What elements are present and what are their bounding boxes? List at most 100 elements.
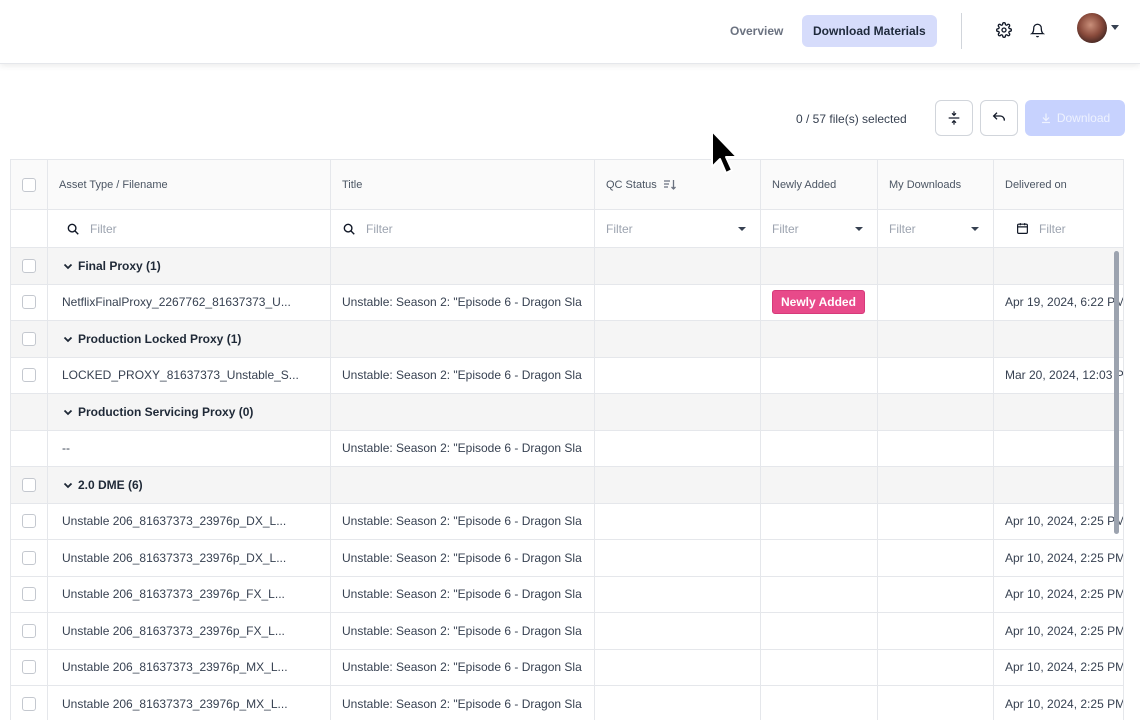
filename-cell[interactable]: Unstable 206_81637373_23976p_DX_L... [62, 514, 286, 528]
row-checkbox[interactable] [22, 258, 36, 273]
sort-icon[interactable] [663, 179, 677, 190]
row-checkbox[interactable] [22, 587, 36, 602]
table-row[interactable]: Unstable 206_81637373_23976p_FX_L... Unst… [11, 576, 1124, 613]
selection-count: 0 / 57 file(s) selected [796, 112, 907, 126]
calendar-icon [1017, 223, 1028, 234]
row-checkbox[interactable] [22, 331, 36, 346]
filename-cell[interactable]: -- [62, 441, 70, 455]
row-checkbox[interactable] [22, 696, 36, 711]
table-row[interactable]: Unstable 206_81637373_23976p_MX_L... Unst… [11, 686, 1124, 720]
qc-status-label: QC Status [606, 178, 657, 191]
column-header-qc-status[interactable]: QC Status [595, 160, 761, 209]
filename-cell[interactable]: Unstable 206_81637373_23976p_MX_L... [62, 697, 288, 711]
table-header: Asset Type / Filename Title QC Status Ne… [11, 160, 1123, 210]
download-button[interactable]: Download [1025, 100, 1125, 136]
table-row[interactable]: NetflixFinalProxy_2267762_81637373_U... U… [11, 284, 1124, 321]
row-checkbox[interactable] [22, 368, 36, 383]
title-filter-input[interactable]: Filter [342, 222, 594, 236]
search-icon [343, 223, 355, 235]
caret-down-icon [738, 226, 746, 231]
table-row[interactable]: LOCKED_PROXY_81637373_Unstable_S... Unsta… [11, 357, 1124, 394]
group-toggle[interactable]: Production Servicing Proxy (0) [63, 405, 253, 419]
chevron-down-icon [63, 336, 73, 343]
chevron-down-icon [63, 409, 73, 416]
select-all-checkbox[interactable] [22, 177, 36, 192]
nav-divider [961, 13, 962, 49]
delivered-on-cell: Apr 10, 2024, 2:25 PM [1005, 550, 1124, 565]
filename-cell[interactable]: Unstable 206_81637373_23976p_FX_L... [62, 587, 285, 601]
delivered-on-cell: Apr 10, 2024, 2:25 PM [1005, 514, 1124, 529]
tab-overview[interactable]: Overview [719, 15, 794, 47]
row-checkbox[interactable] [22, 514, 36, 529]
table-row[interactable]: Unstable 206_81637373_23976p_FX_L... Unst… [11, 613, 1124, 650]
newly-added-filter-select[interactable]: Filter [772, 222, 877, 236]
group-label: Final Proxy (1) [78, 258, 161, 273]
title-cell: Unstable: Season 2: "Episode 6 - Dragon … [342, 550, 582, 565]
title-cell: Unstable: Season 2: "Episode 6 - Dragon … [342, 368, 582, 383]
materials-table: Asset Type / Filename Title QC Status Ne… [10, 159, 1124, 720]
delivered-on-cell: Mar 20, 2024, 12:03 PM [1005, 368, 1124, 383]
bell-icon[interactable] [1028, 21, 1046, 39]
column-header-my-downloads[interactable]: My Downloads [878, 160, 994, 209]
delivered-on-cell: Apr 10, 2024, 2:25 PM [1005, 623, 1124, 638]
title-cell: Unstable: Season 2: "Episode 6 - Dragon … [342, 696, 582, 711]
table-row[interactable]: Unstable 206_81637373_23976p_MX_L... Unst… [11, 649, 1124, 686]
collapse-all-button[interactable] [935, 100, 973, 136]
group-toggle[interactable]: Production Locked Proxy (1) [63, 332, 241, 346]
group-row[interactable]: 2.0 DME (6) [11, 467, 1123, 504]
vertical-scrollbar[interactable] [1114, 251, 1119, 534]
row-checkbox[interactable] [22, 550, 36, 565]
filename-cell[interactable]: Unstable 206_81637373_23976p_MX_L... [62, 660, 288, 674]
search-icon [67, 223, 79, 235]
filename-filter-input[interactable]: Filter [56, 222, 330, 236]
title-cell: Unstable: Season 2: "Episode 6 - Dragon … [342, 514, 582, 529]
group-toggle[interactable]: 2.0 DME (6) [63, 478, 143, 492]
title-cell: Unstable: Season 2: "Episode 6 - Dragon … [342, 295, 582, 310]
gear-icon[interactable] [995, 21, 1013, 39]
undo-button[interactable] [980, 100, 1018, 136]
table-row[interactable]: Unstable 206_81637373_23976p_DX_L... Unst… [11, 503, 1124, 540]
delivered-on-cell: Apr 19, 2024, 6:22 PM [1005, 295, 1124, 310]
group-label: Production Servicing Proxy (0) [78, 404, 254, 419]
filename-cell[interactable]: NetflixFinalProxy_2267762_81637373_U... [62, 295, 291, 309]
chevron-down-icon[interactable] [1111, 25, 1119, 30]
row-checkbox[interactable] [22, 660, 36, 675]
tab-download-materials[interactable]: Download Materials [802, 15, 937, 47]
table-row[interactable]: -- Unstable: Season 2: "Episode 6 - Drago… [11, 430, 1123, 467]
row-checkbox[interactable] [22, 477, 36, 492]
column-header-filename[interactable]: Asset Type / Filename [48, 160, 331, 209]
filename-cell[interactable]: Unstable 206_81637373_23976p_DX_L... [62, 551, 286, 565]
chevron-down-icon [63, 263, 73, 270]
group-row[interactable]: Final Proxy (1) [11, 248, 1123, 285]
row-checkbox[interactable] [22, 623, 36, 638]
table-row[interactable]: Unstable 206_81637373_23976p_DX_L... Unst… [11, 540, 1124, 577]
collapse-icon [948, 111, 960, 125]
avatar[interactable] [1077, 13, 1107, 43]
group-row[interactable]: Production Servicing Proxy (0) [11, 394, 1123, 431]
title-cell: Unstable: Season 2: "Episode 6 - Dragon … [342, 623, 582, 638]
download-icon [1041, 113, 1050, 124]
group-label: 2.0 DME (6) [78, 477, 143, 492]
filename-cell[interactable]: Unstable 206_81637373_23976p_FX_L... [62, 624, 285, 638]
group-row[interactable]: Production Locked Proxy (1) [11, 321, 1123, 358]
column-header-title[interactable]: Title [331, 160, 595, 209]
filter-row: Filter Filter Filter Filter Filter Filte… [11, 210, 1123, 248]
delivered-on-cell: Apr 10, 2024, 2:25 PM [1005, 587, 1124, 602]
delivered-on-cell: Apr 10, 2024, 2:25 PM [1005, 696, 1124, 711]
row-checkbox[interactable] [22, 295, 36, 310]
chevron-down-icon [63, 482, 73, 489]
delivered-on-filter-input[interactable]: Filter [1005, 222, 1123, 236]
my-downloads-filter-select[interactable]: Filter [889, 222, 993, 236]
qc-status-filter-select[interactable]: Filter [606, 222, 760, 236]
newly-added-badge: Newly Added [772, 290, 865, 315]
column-header-delivered-on[interactable]: Delivered on [994, 160, 1123, 209]
title-cell: Unstable: Season 2: "Episode 6 - Dragon … [342, 441, 582, 456]
caret-down-icon [855, 226, 863, 231]
title-cell: Unstable: Season 2: "Episode 6 - Dragon … [342, 660, 582, 675]
filename-cell[interactable]: LOCKED_PROXY_81637373_Unstable_S... [62, 368, 299, 382]
delivered-on-cell: Apr 10, 2024, 2:25 PM [1005, 660, 1124, 675]
column-header-newly-added[interactable]: Newly Added [761, 160, 878, 209]
top-nav: Overview Download Materials [0, 0, 1140, 64]
caret-down-icon [971, 226, 979, 231]
group-toggle[interactable]: Final Proxy (1) [63, 259, 161, 273]
